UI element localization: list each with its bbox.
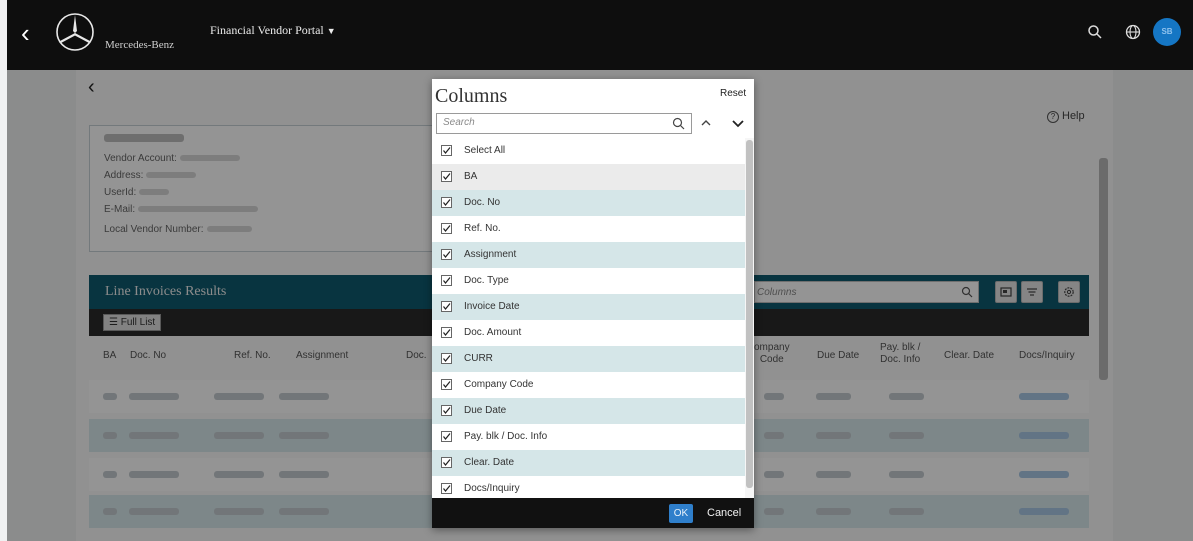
portal-title: Financial Vendor Portal xyxy=(210,23,324,37)
column-option[interactable]: CURR xyxy=(432,346,745,372)
checkbox[interactable] xyxy=(441,145,452,156)
checkbox[interactable] xyxy=(441,171,452,182)
check-icon xyxy=(443,433,451,440)
checkbox[interactable] xyxy=(441,431,452,442)
column-option[interactable]: BA xyxy=(432,164,745,190)
column-option[interactable]: Assignment xyxy=(432,242,745,268)
column-list: Select All BA Doc. No Ref. No. Assignmen… xyxy=(432,138,745,498)
dialog-title: Columns xyxy=(435,85,508,107)
check-icon xyxy=(443,225,451,232)
check-icon xyxy=(443,407,451,414)
option-label: Company Code xyxy=(464,379,534,390)
option-label: Clear. Date xyxy=(464,457,515,468)
dialog-footer: OK Cancel xyxy=(432,498,754,528)
globe-icon[interactable] xyxy=(1125,24,1141,40)
checkbox[interactable] xyxy=(441,379,452,390)
column-option[interactable]: Pay. blk / Doc. Info xyxy=(432,424,745,450)
check-icon xyxy=(443,355,451,362)
reset-button[interactable]: Reset xyxy=(720,88,746,99)
back-chevron-icon[interactable]: ‹ xyxy=(21,20,30,46)
checkbox[interactable] xyxy=(441,197,452,208)
option-label: Doc. No xyxy=(464,197,501,208)
option-label: BA xyxy=(464,171,478,182)
column-option-select-all[interactable]: Select All xyxy=(432,138,745,164)
check-icon xyxy=(443,303,451,310)
column-option[interactable]: Ref. No. xyxy=(432,216,745,242)
search-icon[interactable] xyxy=(1087,24,1103,40)
cancel-button[interactable]: Cancel xyxy=(705,504,743,523)
checkbox[interactable] xyxy=(441,327,452,338)
search-input[interactable] xyxy=(437,114,657,131)
mercedes-star-logo-icon[interactable] xyxy=(55,12,95,52)
column-option[interactable]: Company Code xyxy=(432,372,745,398)
portal-switcher[interactable]: Financial Vendor Portal ▼ xyxy=(210,23,336,38)
checkbox[interactable] xyxy=(441,457,452,468)
option-label: Assignment xyxy=(464,249,517,260)
option-label: Docs/Inquiry xyxy=(464,483,520,494)
checkbox[interactable] xyxy=(441,249,452,260)
check-icon xyxy=(443,277,451,284)
column-option[interactable]: Clear. Date xyxy=(432,450,745,476)
option-label: CURR xyxy=(464,353,493,364)
option-label: Doc. Type xyxy=(464,275,509,286)
column-option[interactable]: Doc. Type xyxy=(432,268,745,294)
checkbox[interactable] xyxy=(441,301,452,312)
checkbox[interactable] xyxy=(441,353,452,364)
column-option[interactable]: Docs/Inquiry xyxy=(432,476,745,498)
checkbox[interactable] xyxy=(441,405,452,416)
check-icon xyxy=(443,459,451,466)
check-icon xyxy=(443,251,451,258)
column-option[interactable]: Invoice Date xyxy=(432,294,745,320)
checkbox[interactable] xyxy=(441,223,452,234)
check-icon xyxy=(443,147,451,154)
checkbox[interactable] xyxy=(441,483,452,494)
check-icon xyxy=(443,199,451,206)
column-option[interactable]: Doc. Amount xyxy=(432,320,745,346)
column-list-scrollbar[interactable] xyxy=(745,138,754,498)
chevron-down-icon[interactable] xyxy=(730,115,746,131)
ok-button[interactable]: OK xyxy=(669,504,693,523)
option-label: Invoice Date xyxy=(464,301,520,312)
caret-down-icon: ▼ xyxy=(326,26,336,36)
check-icon xyxy=(443,329,451,336)
check-icon xyxy=(443,485,451,492)
option-label: Due Date xyxy=(464,405,507,416)
checkbox[interactable] xyxy=(441,275,452,286)
option-label: Pay. blk / Doc. Info xyxy=(464,431,548,442)
avatar[interactable]: SB xyxy=(1153,18,1181,46)
search-icon[interactable] xyxy=(672,117,685,130)
option-label: Ref. No. xyxy=(464,223,501,234)
top-bar: ‹ Mercedes-Benz Financial Vendor Portal ▼… xyxy=(7,0,1193,70)
columns-dialog: Columns Reset Select All BA Doc. No Ref.… xyxy=(432,79,754,528)
option-label: Select All xyxy=(464,145,506,156)
column-search-field[interactable] xyxy=(436,113,692,134)
scrollbar-thumb[interactable] xyxy=(746,140,753,488)
brand-name: Mercedes-Benz xyxy=(105,39,175,51)
option-label: Doc. Amount xyxy=(464,327,522,338)
chevron-up-icon[interactable] xyxy=(698,115,714,131)
check-icon xyxy=(443,173,451,180)
column-option[interactable]: Doc. No xyxy=(432,190,745,216)
column-option[interactable]: Due Date xyxy=(432,398,745,424)
check-icon xyxy=(443,381,451,388)
